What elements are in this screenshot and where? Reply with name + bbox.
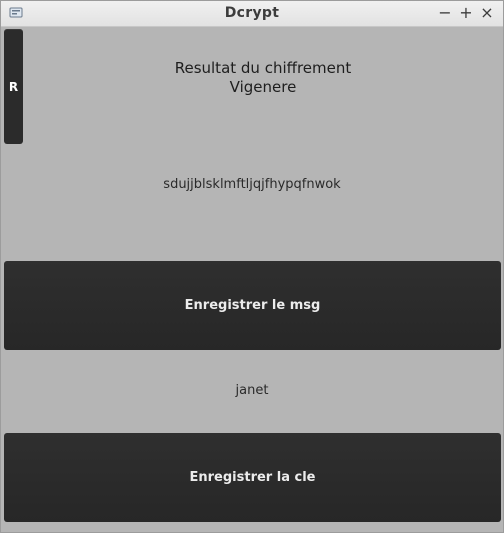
window-title: Dcrypt bbox=[224, 5, 280, 21]
save-key-label: Enregistrer la cle bbox=[189, 470, 316, 485]
main-content: R Resultat du chiffrement Vigenere sdujj… bbox=[1, 27, 503, 532]
minimize-button[interactable]: − bbox=[435, 3, 455, 23]
result-title-line1: Resultat du chiffrement bbox=[174, 59, 352, 77]
save-key-button[interactable]: Enregistrer la cle bbox=[4, 433, 501, 522]
side-button[interactable]: R bbox=[4, 29, 23, 144]
result-title: Resultat du chiffrement Vigenere bbox=[23, 59, 503, 97]
cipher-text: sdujjblsklmftljqjfhypqfnwok bbox=[163, 177, 341, 192]
title-bar[interactable]: Dcrypt − + × bbox=[1, 1, 503, 27]
close-button[interactable]: × bbox=[477, 3, 497, 23]
result-title-line2: Vigenere bbox=[229, 78, 297, 96]
maximize-button[interactable]: + bbox=[456, 3, 476, 23]
key-text: janet bbox=[235, 383, 269, 398]
save-message-label: Enregistrer le msg bbox=[184, 298, 321, 313]
app-window: Dcrypt − + × R Resultat du chiffrement V… bbox=[0, 0, 504, 533]
save-message-button[interactable]: Enregistrer le msg bbox=[4, 261, 501, 350]
